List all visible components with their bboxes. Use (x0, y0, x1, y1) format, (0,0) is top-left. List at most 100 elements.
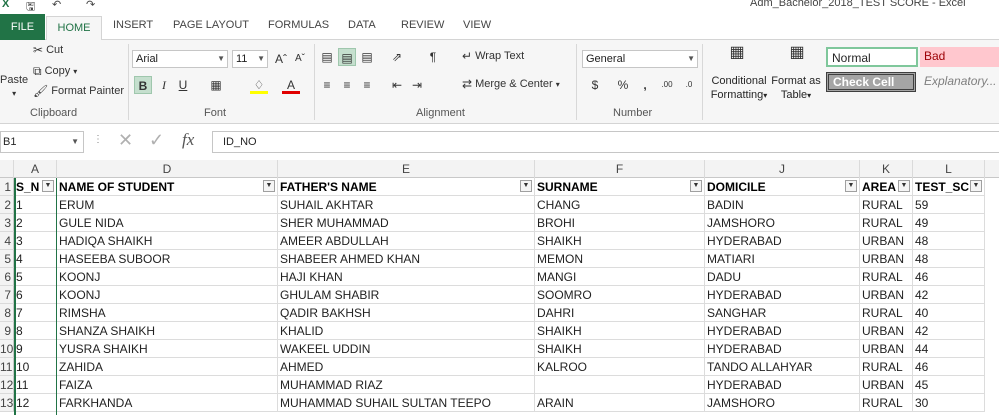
table-cell[interactable]: URBAN (860, 322, 913, 340)
table-cell[interactable]: BROHI (535, 214, 705, 232)
table-cell[interactable]: 48 (913, 250, 985, 268)
table-cell[interactable]: 7 (14, 304, 57, 322)
filter-dropdown-icon[interactable]: ▼ (898, 180, 910, 192)
increase-indent-icon[interactable]: ⇥ (408, 76, 426, 94)
table-cell[interactable]: 30 (913, 394, 985, 412)
table-cell[interactable]: MANGI (535, 268, 705, 286)
table-cell[interactable]: AMEER ABDULLAH (278, 232, 535, 250)
increase-decimal-icon[interactable]: .00 (658, 76, 676, 94)
row-header[interactable]: 9 (0, 322, 14, 340)
tab-file[interactable]: FILE (0, 14, 45, 40)
italic-button[interactable]: I (155, 76, 173, 94)
table-cell[interactable]: FAIZA (57, 376, 278, 394)
table-cell[interactable]: SANGHAR (705, 304, 860, 322)
table-cell[interactable]: 9 (14, 340, 57, 358)
currency-icon[interactable]: $ (586, 76, 604, 94)
column-header-f[interactable]: F (535, 160, 705, 178)
align-left-icon[interactable]: ≡ (318, 76, 336, 94)
table-cell[interactable]: KALROO (535, 358, 705, 376)
cut-button[interactable]: ✂ Cut (33, 44, 63, 56)
table-cell[interactable]: KOONJ (57, 286, 278, 304)
table-cell[interactable]: 45 (913, 376, 985, 394)
table-cell[interactable]: SHAIKH (535, 322, 705, 340)
table-cell[interactable]: ARAIN (535, 394, 705, 412)
table-cell[interactable]: ZAHIDA (57, 358, 278, 376)
row-header[interactable]: 11 (0, 358, 14, 376)
table-cell[interactable]: GHULAM SHABIR (278, 286, 535, 304)
table-cell[interactable]: KOONJ (57, 268, 278, 286)
table-cell[interactable]: AHMED (278, 358, 535, 376)
filter-dropdown-icon[interactable]: ▼ (520, 180, 532, 192)
table-cell[interactable]: DADU (705, 268, 860, 286)
bold-button[interactable]: B (134, 76, 152, 94)
name-box[interactable]: B1 ▼ (0, 131, 84, 153)
text-direction-icon[interactable]: ¶ (424, 48, 442, 66)
table-cell[interactable]: 44 (913, 340, 985, 358)
table-cell[interactable]: RURAL (860, 358, 913, 376)
filter-dropdown-icon[interactable]: ▼ (970, 180, 982, 192)
header-cell[interactable]: TEST_SC ▼ (913, 178, 985, 196)
table-cell[interactable]: MUHAMMAD RIAZ (278, 376, 535, 394)
table-cell[interactable]: URBAN (860, 232, 913, 250)
row-header[interactable]: 13 (0, 394, 14, 412)
borders-icon[interactable]: ▦ (207, 76, 225, 94)
table-cell[interactable]: RIMSHA (57, 304, 278, 322)
table-cell[interactable]: YUSRA SHAIKH (57, 340, 278, 358)
table-cell[interactable]: MUHAMMAD SUHAIL SULTAN TEEPO (278, 394, 535, 412)
tab-review[interactable]: REVIEW (401, 19, 444, 31)
style-explanatory[interactable]: Explanatory... (920, 72, 999, 92)
copy-button[interactable]: ⧉ Copy ▾ (33, 65, 77, 77)
undo-icon[interactable]: ↶ (52, 0, 61, 11)
style-normal[interactable]: Normal (826, 47, 918, 67)
column-header-e[interactable]: E (278, 160, 535, 178)
table-cell[interactable]: RURAL (860, 304, 913, 322)
table-cell[interactable]: 6 (14, 286, 57, 304)
font-size-select[interactable]: 11 ▼ (232, 50, 268, 68)
tab-page-layout[interactable]: PAGE LAYOUT (173, 19, 249, 31)
table-cell[interactable]: SHABEER AHMED KHAN (278, 250, 535, 268)
table-cell[interactable]: SUHAIL AKHTAR (278, 196, 535, 214)
table-cell[interactable]: SOOMRO (535, 286, 705, 304)
tab-insert[interactable]: INSERT (113, 19, 153, 31)
comma-style-icon[interactable]: , (636, 76, 654, 94)
table-cell[interactable]: 4 (14, 250, 57, 268)
table-cell[interactable]: 3 (14, 232, 57, 250)
table-cell[interactable]: SHER MUHAMMAD (278, 214, 535, 232)
row-header[interactable]: 1 (0, 178, 14, 196)
table-cell[interactable]: HYDERABAD (705, 286, 860, 304)
conditional-formatting-button[interactable]: Conditional Formatting▾ (708, 74, 770, 103)
table-cell[interactable]: 48 (913, 232, 985, 250)
table-cell[interactable]: URBAN (860, 340, 913, 358)
font-name-select[interactable]: Arial ▼ (132, 50, 228, 68)
table-cell[interactable]: SHAIKH (535, 340, 705, 358)
column-header-a[interactable]: A (14, 160, 57, 178)
paste-button[interactable]: Paste ▾ (0, 74, 28, 98)
header-cell[interactable]: AREA ▼ (860, 178, 913, 196)
row-header[interactable]: 12 (0, 376, 14, 394)
table-cell[interactable]: ERUM (57, 196, 278, 214)
font-color-icon[interactable]: A (282, 76, 300, 94)
row-header[interactable]: 5 (0, 250, 14, 268)
table-cell[interactable]: 42 (913, 286, 985, 304)
select-all-corner[interactable] (0, 160, 14, 178)
header-cell[interactable]: S_N ▼ (14, 178, 57, 196)
table-cell[interactable]: WAKEEL UDDIN (278, 340, 535, 358)
row-header[interactable]: 10 (0, 340, 14, 358)
decrease-font-icon[interactable]: Aˇ (291, 50, 309, 68)
column-header-k[interactable]: K (860, 160, 913, 178)
wrap-text-button[interactable]: ↵ Wrap Text (462, 50, 524, 62)
table-cell[interactable]: HASEEBA SUBOOR (57, 250, 278, 268)
table-cell[interactable]: 10 (14, 358, 57, 376)
align-top-icon[interactable]: ▤ (318, 48, 336, 66)
row-header[interactable]: 6 (0, 268, 14, 286)
percent-icon[interactable]: % (614, 76, 632, 94)
cancel-icon[interactable]: ✕ (118, 130, 133, 151)
align-middle-icon[interactable]: ▤ (338, 48, 356, 66)
align-center-icon[interactable]: ≡ (338, 76, 356, 94)
table-cell[interactable]: TANDO ALLAHYAR (705, 358, 860, 376)
table-cell[interactable]: 42 (913, 322, 985, 340)
row-header[interactable]: 4 (0, 232, 14, 250)
table-cell[interactable]: 12 (14, 394, 57, 412)
row-header[interactable]: 8 (0, 304, 14, 322)
style-check-cell[interactable]: Check Cell (826, 72, 916, 92)
